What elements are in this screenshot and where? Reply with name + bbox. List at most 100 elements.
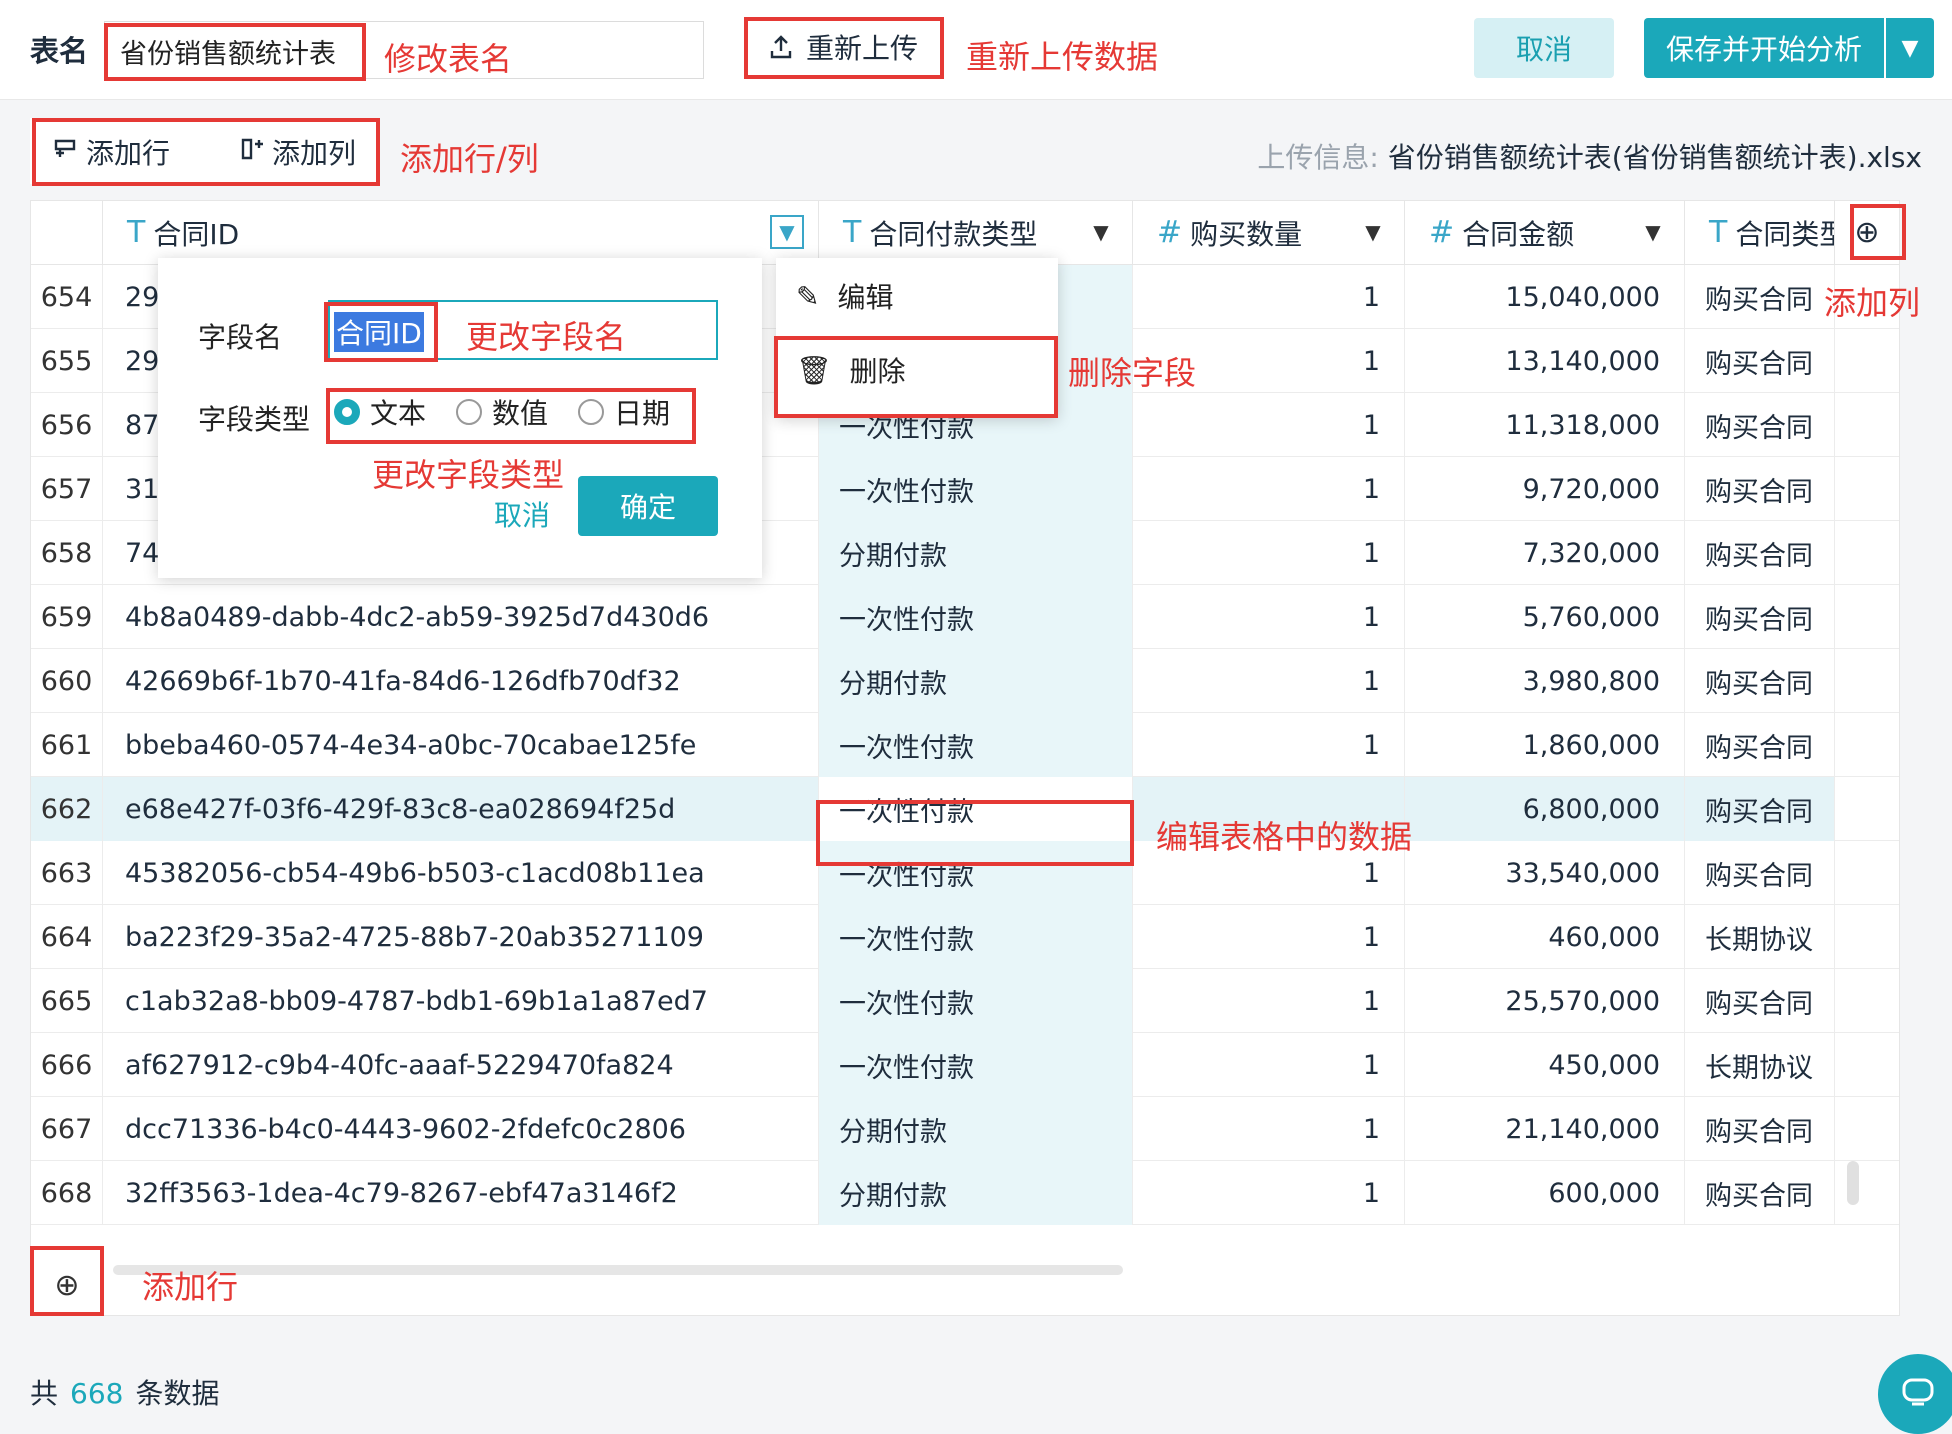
column-header-quantity[interactable]: # 购买数量 ▼: [1133, 201, 1405, 265]
table-cell[interactable]: bbeba460-0574-4e34-a0bc-70cabae125fe: [103, 713, 819, 777]
column-name: 合同付款类型: [869, 217, 1038, 251]
column-header-payment-type[interactable]: T 合同付款类型 ▼: [819, 201, 1133, 265]
text-type-icon: T: [127, 215, 146, 250]
table-cell[interactable]: 25,570,000: [1405, 969, 1685, 1033]
table-row[interactable]: 664 ba223f29-35a2-4725-88b7-20ab35271109 一…: [31, 905, 1899, 969]
table-cell[interactable]: 4b8a0489-dabb-4dc2-ab59-3925d7d430d6: [103, 585, 819, 649]
table-cell[interactable]: 42669b6f-1b70-41fa-84d6-126dfb70df32: [103, 649, 819, 713]
table-cell[interactable]: af627912-c9b4-40fc-aaaf-5229470fa824: [103, 1033, 819, 1097]
column-dropdown-icon[interactable]: ▼: [1636, 215, 1670, 249]
table-cell[interactable]: c1ab32a8-bb09-4787-bdb1-69b1a1a87ed7: [103, 969, 819, 1033]
table-cell[interactable]: 11,318,000: [1405, 393, 1685, 457]
table-cell[interactable]: 分期付款: [819, 521, 1133, 585]
table-cell[interactable]: 1: [1133, 649, 1405, 713]
menu-item-edit-label: 编辑: [837, 281, 894, 314]
vertical-scrollbar[interactable]: [1847, 1161, 1859, 1205]
table-cell: 664: [31, 905, 103, 969]
column-dropdown-icon[interactable]: ▼: [1084, 215, 1118, 249]
table-cell[interactable]: 购买合同: [1685, 969, 1835, 1033]
table-cell[interactable]: 分期付款: [819, 1097, 1133, 1161]
upload-info-value: 省份销售额统计表(省份销售额统计表).xlsx: [1387, 141, 1922, 174]
table-cell[interactable]: 1: [1133, 457, 1405, 521]
table-cell[interactable]: 1: [1133, 713, 1405, 777]
annotation-reupload: 重新上传数据: [966, 38, 1159, 76]
table-row[interactable]: 660 42669b6f-1b70-41fa-84d6-126dfb70df32 分…: [31, 649, 1899, 713]
table-cell[interactable]: 6,800,000: [1405, 777, 1685, 841]
table-row[interactable]: 666 af627912-c9b4-40fc-aaaf-5229470fa824 一…: [31, 1033, 1899, 1097]
table-cell[interactable]: 一次性付款: [819, 905, 1133, 969]
table-row[interactable]: 667 dcc71336-b4c0-4443-9602-2fdefc0c2806 分…: [31, 1097, 1899, 1161]
column-dropdown-icon[interactable]: ▼: [770, 215, 804, 249]
table-cell[interactable]: 购买合同: [1685, 649, 1835, 713]
table-cell[interactable]: 450,000: [1405, 1033, 1685, 1097]
table-cell[interactable]: 1: [1133, 521, 1405, 585]
table-cell[interactable]: 5,760,000: [1405, 585, 1685, 649]
table-cell[interactable]: 一次性付款: [819, 713, 1133, 777]
table-cell[interactable]: 7,320,000: [1405, 521, 1685, 585]
table-cell[interactable]: 分期付款: [819, 649, 1133, 713]
table-cell[interactable]: 460,000: [1405, 905, 1685, 969]
table-row[interactable]: 665 c1ab32a8-bb09-4787-bdb1-69b1a1a87ed7 一…: [31, 969, 1899, 1033]
save-dropdown-button[interactable]: ▼: [1886, 18, 1934, 78]
table-cell[interactable]: 购买合同: [1685, 841, 1835, 905]
table-cell[interactable]: 15,040,000: [1405, 265, 1685, 329]
table-cell: 657: [31, 457, 103, 521]
table-cell[interactable]: 一次性付款: [819, 969, 1133, 1033]
table-cell[interactable]: 1: [1133, 1097, 1405, 1161]
table-cell: 667: [31, 1097, 103, 1161]
table-cell[interactable]: 长期协议: [1685, 905, 1835, 969]
table-cell[interactable]: 一次性付款: [819, 457, 1133, 521]
table-cell[interactable]: 购买合同: [1685, 265, 1835, 329]
table-cell[interactable]: 45382056-cb54-49b6-b503-c1acd08b11ea: [103, 841, 819, 905]
column-dropdown-icon[interactable]: ▼: [1356, 215, 1390, 249]
table-cell[interactable]: 购买合同: [1685, 1097, 1835, 1161]
table-cell[interactable]: 13,140,000: [1405, 329, 1685, 393]
table-cell[interactable]: 1,860,000: [1405, 713, 1685, 777]
table-row[interactable]: 661 bbeba460-0574-4e34-a0bc-70cabae125fe 一…: [31, 713, 1899, 777]
table-cell[interactable]: 一次性付款: [819, 1033, 1133, 1097]
table-cell[interactable]: e68e427f-03f6-429f-83c8-ea028694f25d: [103, 777, 819, 841]
table-row[interactable]: 668 32ff3563-1dea-4c79-8267-ebf47a3146f2 分…: [31, 1161, 1899, 1225]
table-cell[interactable]: 33,540,000: [1405, 841, 1685, 905]
popup-ok-button[interactable]: 确定: [578, 476, 718, 536]
chat-support-button[interactable]: [1878, 1354, 1952, 1434]
popup-cancel-button[interactable]: 取消: [494, 494, 550, 534]
table-cell[interactable]: 600,000: [1405, 1161, 1685, 1225]
table-cell[interactable]: 购买合同: [1685, 329, 1835, 393]
table-cell[interactable]: 1: [1133, 585, 1405, 649]
table-cell[interactable]: 分期付款: [819, 1161, 1133, 1225]
table-cell[interactable]: 9,720,000: [1405, 457, 1685, 521]
table-cell: 658: [31, 521, 103, 585]
table-cell[interactable]: 1: [1133, 1033, 1405, 1097]
table-cell[interactable]: 1: [1133, 905, 1405, 969]
table-cell[interactable]: 1: [1133, 393, 1405, 457]
column-header-contract-id[interactable]: T 合同ID ▼: [103, 201, 819, 265]
menu-item-edit[interactable]: ✎ 编辑: [796, 276, 893, 316]
table-cell[interactable]: dcc71336-b4c0-4443-9602-2fdefc0c2806: [103, 1097, 819, 1161]
table-cell[interactable]: 32ff3563-1dea-4c79-8267-ebf47a3146f2: [103, 1161, 819, 1225]
table-cell[interactable]: 1: [1133, 1161, 1405, 1225]
table-cell[interactable]: ba223f29-35a2-4725-88b7-20ab35271109: [103, 905, 819, 969]
table-cell[interactable]: 购买合同: [1685, 713, 1835, 777]
column-name: 合同类型: [1735, 217, 1834, 251]
table-cell[interactable]: 购买合同: [1685, 521, 1835, 585]
table-cell[interactable]: 1: [1133, 265, 1405, 329]
table-cell[interactable]: 1: [1133, 969, 1405, 1033]
highlight-box: [30, 1246, 104, 1316]
save-and-analyze-button[interactable]: 保存并开始分析: [1644, 18, 1884, 78]
table-cell[interactable]: 长期协议: [1685, 1033, 1835, 1097]
table-cell[interactable]: 21,140,000: [1405, 1097, 1685, 1161]
horizontal-scrollbar[interactable]: [113, 1265, 1123, 1275]
table-cell[interactable]: 购买合同: [1685, 393, 1835, 457]
column-header-amount[interactable]: # 合同金额 ▼: [1405, 201, 1685, 265]
cancel-button[interactable]: 取消: [1474, 18, 1614, 78]
table-cell[interactable]: 购买合同: [1685, 777, 1835, 841]
table-cell[interactable]: 购买合同: [1685, 585, 1835, 649]
highlight-box: [816, 800, 1134, 866]
table-cell[interactable]: 3,980,800: [1405, 649, 1685, 713]
table-cell[interactable]: 购买合同: [1685, 1161, 1835, 1225]
column-header-contract-type[interactable]: T 合同类型: [1685, 201, 1835, 265]
table-cell[interactable]: 一次性付款: [819, 585, 1133, 649]
table-row[interactable]: 659 4b8a0489-dabb-4dc2-ab59-3925d7d430d6 一…: [31, 585, 1899, 649]
table-cell[interactable]: 购买合同: [1685, 457, 1835, 521]
